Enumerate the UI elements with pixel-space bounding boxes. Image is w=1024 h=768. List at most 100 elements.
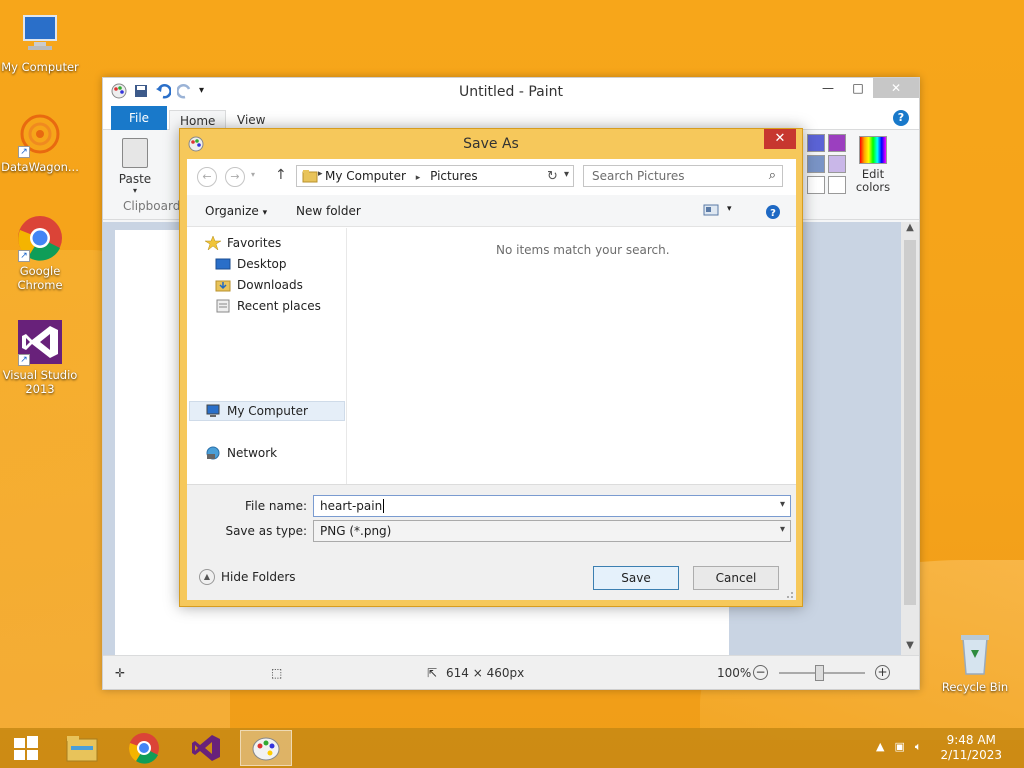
scroll-up-icon[interactable]: ▲ — [901, 222, 919, 238]
breadcrumb-my-computer[interactable]: My Computer — [325, 169, 406, 183]
zoom-out-button[interactable]: − — [753, 665, 768, 680]
paste-label: Paste — [118, 172, 152, 186]
vertical-scrollbar[interactable]: ▲ ▼ — [901, 222, 919, 656]
clock-date: 2/11/2023 — [940, 748, 1002, 762]
computer-icon — [16, 10, 64, 58]
save-as-type-label: Save as type: — [225, 524, 307, 538]
command-bar: Organize ▾ New folder ▾ ? — [187, 195, 796, 227]
shortcut-arrow-icon: ↗ — [18, 354, 30, 366]
empty-folder-message: No items match your search. — [496, 243, 670, 257]
taskbar: ▲ ▣ 🔈︎ 9:48 AM 2/11/2023 — [0, 728, 1024, 768]
ribbon-tabs: File Home View ? — [103, 106, 919, 130]
color-swatch[interactable] — [807, 155, 825, 173]
desktop-icon-chrome[interactable]: ↗ Google Chrome — [0, 214, 80, 292]
edit-colors-label: Edit colors — [855, 167, 891, 194]
nav-item-recent-places[interactable]: Recent places — [215, 299, 321, 313]
paint-taskbar-button[interactable] — [240, 730, 292, 766]
color-swatch[interactable] — [807, 134, 825, 152]
nav-item-my-computer[interactable]: My Computer — [205, 404, 308, 418]
chevron-down-icon[interactable]: ▾ — [727, 204, 732, 214]
breadcrumb-pictures[interactable]: Pictures — [430, 169, 478, 183]
minimize-button[interactable]: — — [813, 78, 843, 98]
desktop-icon-my-computer[interactable]: My Computer — [0, 10, 80, 74]
maximize-button[interactable]: □ — [843, 78, 873, 98]
start-button[interactable] — [0, 730, 52, 766]
tab-view[interactable]: View — [227, 110, 275, 130]
navigation-pane: Favorites Desktop Downloads Recent place… — [187, 228, 347, 484]
network-status-icon[interactable]: ▣ — [894, 740, 904, 754]
paint-titlebar[interactable]: ▾ Untitled - Paint — □ ✕ — [103, 78, 919, 106]
nav-item-downloads[interactable]: Downloads — [215, 278, 303, 292]
datawagon-icon: ↗ — [16, 110, 64, 158]
scroll-down-icon[interactable]: ▼ — [901, 640, 919, 656]
desktop-icon-label: Google Chrome — [17, 264, 63, 292]
clipboard-group-label: Clipboard — [123, 199, 181, 213]
paint-icon — [252, 737, 280, 761]
visual-studio-taskbar-button[interactable] — [180, 730, 232, 766]
search-icon[interactable]: ⌕ — [769, 168, 776, 183]
forward-button[interactable]: → — [225, 167, 245, 187]
windows-logo-icon — [14, 736, 38, 760]
color-swatch[interactable] — [828, 155, 846, 173]
scroll-thumb[interactable] — [904, 240, 916, 605]
desktop-icon-recycle-bin[interactable]: Recycle Bin — [935, 630, 1015, 694]
resize-grip-icon[interactable] — [784, 588, 794, 598]
star-icon — [204, 235, 222, 251]
nav-item-network[interactable]: Network — [205, 446, 277, 460]
system-tray: ▲ ▣ 🔈︎ — [876, 740, 921, 754]
help-icon[interactable]: ? — [893, 110, 909, 126]
dialog-titlebar[interactable]: Save As ✕ — [180, 129, 802, 159]
cursor-position-icon: ✛ — [115, 666, 126, 680]
desktop-icon-label: Visual Studio 2013 — [2, 368, 78, 396]
edit-colors-button[interactable]: Edit colors — [853, 136, 893, 194]
save-as-type-select[interactable]: PNG (*.png) ▾ — [313, 520, 791, 542]
color-palette — [807, 134, 846, 194]
dialog-close-button[interactable]: ✕ — [764, 129, 796, 149]
canvas-size-icon: ⇱ — [427, 666, 438, 680]
recent-places-icon — [215, 299, 231, 313]
save-as-dialog[interactable]: Save As ✕ ← → ▾ ↑ ▸ My Computer ▸ Pictur… — [179, 128, 803, 607]
shortcut-arrow-icon: ↗ — [18, 250, 30, 262]
color-swatch[interactable] — [807, 176, 825, 194]
file-explorer-taskbar-button[interactable] — [56, 730, 108, 766]
color-swatch[interactable] — [828, 134, 846, 152]
help-icon[interactable]: ? — [765, 204, 781, 223]
save-button[interactable]: Save — [593, 566, 679, 590]
hide-folders-button[interactable]: ▲ Hide Folders — [199, 569, 296, 585]
organize-button[interactable]: Organize ▾ — [205, 204, 267, 218]
back-button[interactable]: ← — [197, 167, 217, 187]
new-folder-button[interactable]: New folder — [296, 204, 361, 218]
zoom-slider-thumb[interactable] — [815, 665, 824, 681]
desktop-icon-datawagon[interactable]: ↗ DataWagon... — [0, 110, 80, 174]
visual-studio-icon — [192, 735, 220, 761]
chevron-down-icon[interactable]: ▾ — [780, 499, 785, 510]
address-bar[interactable]: ▸ My Computer ▸ Pictures ▾ — [296, 165, 574, 187]
zoom-in-button[interactable]: + — [875, 665, 890, 680]
chevron-down-icon[interactable]: ▾ — [780, 524, 785, 535]
view-options-icon[interactable] — [703, 204, 719, 219]
tab-file[interactable]: File — [111, 106, 167, 130]
paste-button[interactable]: Paste ▾ — [115, 138, 155, 195]
chevron-down-icon[interactable]: ▾ — [564, 169, 569, 180]
taskbar-clock[interactable]: 9:48 AM 2/11/2023 — [940, 733, 1002, 763]
refresh-icon[interactable]: ↻ — [547, 169, 558, 184]
nav-item-favorites[interactable]: Favorites — [204, 235, 281, 251]
file-name-input[interactable]: heart-pain ▾ — [313, 495, 791, 517]
status-bar: ✛ ⬚ ⇱ 614 × 460px 100% − + — [103, 655, 919, 689]
close-button[interactable]: ✕ — [873, 78, 919, 98]
file-name-label: File name: — [245, 499, 307, 513]
recent-locations-icon[interactable]: ▾ — [251, 170, 255, 179]
up-arrow-icon[interactable]: ↑ — [275, 167, 287, 183]
desktop-icon-visual-studio[interactable]: ↗ Visual Studio 2013 — [0, 318, 80, 396]
chrome-taskbar-button[interactable] — [118, 730, 170, 766]
downloads-folder-icon — [215, 278, 231, 292]
search-box[interactable]: Search Pictures ⌕ — [583, 165, 783, 187]
show-hidden-icons-icon[interactable]: ▲ — [876, 740, 884, 754]
desktop-icon-label: DataWagon... — [1, 160, 79, 174]
nav-item-desktop[interactable]: Desktop — [215, 257, 287, 271]
cancel-button[interactable]: Cancel — [693, 566, 779, 590]
color-swatch[interactable] — [828, 176, 846, 194]
computer-icon — [205, 404, 221, 418]
tab-home[interactable]: Home — [169, 110, 227, 130]
volume-icon[interactable]: 🔈︎ — [915, 740, 922, 754]
